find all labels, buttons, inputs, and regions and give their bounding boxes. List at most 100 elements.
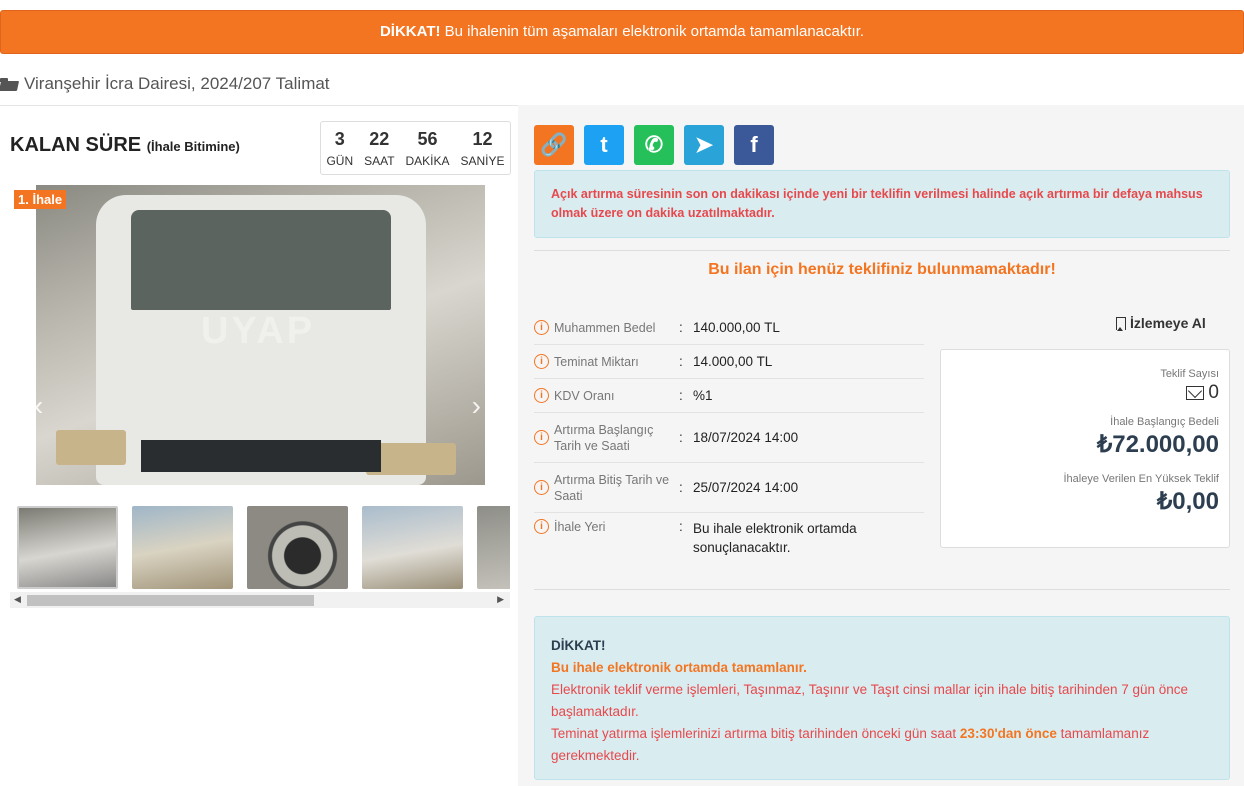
- info-label: İhale Yeri: [554, 520, 606, 534]
- start-price-label: İhale Başlangıç Bedeli: [1110, 416, 1219, 428]
- info-value: 14.000,00 TL: [693, 354, 773, 369]
- car-windshield-shape: [131, 210, 391, 310]
- main-photo[interactable]: UYAP ‹ ›: [36, 185, 485, 485]
- bid-summary-card: Teklif Sayısı 0 İhale Başlangıç Bedeli ₺…: [940, 349, 1230, 548]
- info-separator: :: [679, 354, 683, 369]
- thumbnail-5[interactable]: [477, 506, 510, 589]
- remaining-time-title: KALAN SÜRE (İhale Bitimine): [10, 134, 240, 157]
- thumbnail-2[interactable]: [132, 506, 233, 589]
- info-value: Bu ihale elektronik ortamda sonuçlanacak…: [693, 521, 857, 555]
- offer-count-value: 0: [1208, 382, 1219, 403]
- banner-strong: DİKKAT!: [379, 23, 441, 40]
- breadcrumb-text: Viranşehir İcra Dairesi, 2024/207 Talima…: [24, 74, 330, 93]
- info-row-location: i İhale Yeri: Bu ihale elektronik ortamda …: [534, 513, 924, 563]
- thumbnail-1[interactable]: [17, 506, 118, 589]
- remaining-time-label: KALAN SÜRE: [10, 134, 142, 156]
- scroll-left-icon[interactable]: ◀: [14, 594, 21, 605]
- info-icon: i: [534, 480, 549, 495]
- info-icon: i: [534, 354, 549, 369]
- info-icon: i: [534, 320, 549, 335]
- copy-link-icon[interactable]: 🔗: [534, 125, 574, 165]
- countdown-minutes-value: 56: [417, 128, 438, 149]
- info-separator: :: [679, 480, 683, 495]
- envelope-icon: [1186, 386, 1205, 400]
- notice-line-1: Elektronik teklif verme işlemleri, Taşın…: [551, 682, 1189, 719]
- highest-bid-label: İhaleye Verilen En Yüksek Teklif: [1063, 473, 1219, 485]
- car-grille-shape: [141, 440, 381, 472]
- scroll-right-icon[interactable]: ▶: [497, 594, 504, 605]
- watch-label: İzlemeye Al: [1130, 315, 1206, 331]
- uyap-watermark: UYAP: [201, 310, 316, 352]
- info-row-start-date: i Artırma Başlangıç Tarih ve Saati:18/07/…: [534, 413, 924, 463]
- info-value: 25/07/2024 14:00: [693, 480, 799, 495]
- info-label: Muhammen Bedel: [554, 320, 656, 335]
- info-separator: :: [679, 430, 683, 445]
- offer-count: 0: [941, 382, 1219, 404]
- notice-subtitle: Bu ihale elektronik ortamda tamamlanır.: [551, 660, 807, 675]
- info-value: %1: [693, 388, 713, 403]
- info-label: Artırma Başlangıç Tarih ve Saati: [554, 422, 654, 453]
- thumbnail-4[interactable]: [362, 506, 463, 589]
- twitter-icon[interactable]: t: [584, 125, 624, 165]
- countdown-seconds: 12 SANİYE: [460, 129, 504, 168]
- electronic-auction-notice: DİKKAT! Bu ihale elektronik ortamda tama…: [534, 616, 1230, 780]
- info-row-deposit: i Teminat Miktarı:14.000,00 TL: [534, 345, 924, 379]
- notice-line-2a: Teminat yatırma işlemlerinizi artırma bi…: [551, 726, 960, 741]
- info-separator: :: [679, 320, 683, 335]
- countdown-days-value: 3: [334, 128, 345, 149]
- telegram-icon[interactable]: ➤: [684, 125, 724, 165]
- countdown-days: 3 GÜN: [326, 129, 353, 168]
- right-panel: 🔗 t ✆ ➤ f Açık artırma süresinin son on …: [518, 105, 1244, 786]
- section-divider: [534, 589, 1230, 590]
- prev-photo-icon[interactable]: ‹: [36, 390, 43, 422]
- watch-button[interactable]: İzlemeye Al: [1116, 315, 1206, 331]
- notice-title: DİKKAT!: [551, 638, 606, 653]
- whatsapp-icon[interactable]: ✆: [634, 125, 674, 165]
- next-photo-icon[interactable]: ›: [472, 390, 481, 422]
- thumbnail-strip: [10, 506, 510, 594]
- auction-number-badge: 1. İhale: [14, 190, 67, 209]
- notice-line-2: Teminat yatırma işlemlerinizi artırma bi…: [551, 723, 1213, 767]
- info-row-vat: i KDV Oranı: %1: [534, 379, 924, 413]
- bookmark-icon: [1116, 316, 1126, 331]
- info-separator: :: [679, 519, 683, 534]
- thumbnail-scrollbar[interactable]: ◀ ▶: [10, 592, 510, 608]
- countdown-hours: 22 SAAT: [364, 129, 394, 168]
- notice-deadline: 23:30'dan önce: [959, 726, 1057, 741]
- info-label: Artırma Bitiş Tarih ve Saati: [554, 472, 670, 503]
- no-offer-message: Bu ilan için henüz teklifiniz bulunmamak…: [534, 250, 1230, 279]
- offer-count-label: Teklif Sayısı: [1160, 368, 1219, 380]
- info-icon: i: [534, 519, 549, 534]
- countdown-box: 3 GÜN 22 SAAT 56 DAKİKA 12 SANİYE: [320, 121, 511, 175]
- info-row-estimated-value: i Muhammen Bedel:140.000,00 TL: [534, 311, 924, 345]
- remaining-time-subtitle: (İhale Bitimine): [146, 139, 240, 154]
- info-icon: i: [534, 388, 549, 403]
- banner-text: Bu ihalenin tüm aşamaları elektronik ort…: [440, 23, 865, 40]
- countdown-minutes-label: DAKİKA: [405, 153, 450, 168]
- countdown-days-label: GÜN: [326, 153, 354, 168]
- countdown-minutes: 56 DAKİKA: [406, 129, 450, 168]
- info-label: Teminat Miktarı: [554, 354, 639, 369]
- info-value: 140.000,00 TL: [693, 320, 780, 335]
- info-row-end-date: i Artırma Bitiş Tarih ve Saati:25/07/2024…: [534, 463, 924, 513]
- countdown-seconds-value: 12: [472, 128, 493, 149]
- top-warning-banner: DİKKAT! Bu ihalenin tüm aşamaları elektr…: [0, 10, 1244, 54]
- info-value: 18/07/2024 14:00: [693, 430, 799, 445]
- start-price-value: ₺72.000,00: [1096, 431, 1219, 458]
- countdown-seconds-label: SANİYE: [460, 153, 505, 168]
- left-panel: KALAN SÜRE (İhale Bitimine) 3 GÜN 22 SAAT …: [0, 105, 518, 786]
- scrollbar-thumb[interactable]: [27, 595, 314, 606]
- countdown-hours-value: 22: [369, 128, 390, 149]
- extension-notice: Açık artırma süresinin son on dakikası i…: [534, 170, 1230, 238]
- car-headlight-left: [56, 430, 126, 465]
- facebook-icon[interactable]: f: [734, 125, 774, 165]
- breadcrumb: Viranşehir İcra Dairesi, 2024/207 Talima…: [0, 74, 330, 94]
- thumbnail-3[interactable]: [247, 506, 348, 589]
- countdown-hours-label: SAAT: [364, 153, 395, 168]
- auction-info-list: i Muhammen Bedel:140.000,00 TL i Teminat M…: [534, 311, 924, 563]
- info-separator: :: [679, 388, 683, 403]
- highest-bid-value: ₺0,00: [1157, 488, 1219, 515]
- folder-open-icon: [0, 77, 18, 91]
- info-label: KDV Oranı: [554, 388, 615, 403]
- info-icon: i: [534, 430, 549, 445]
